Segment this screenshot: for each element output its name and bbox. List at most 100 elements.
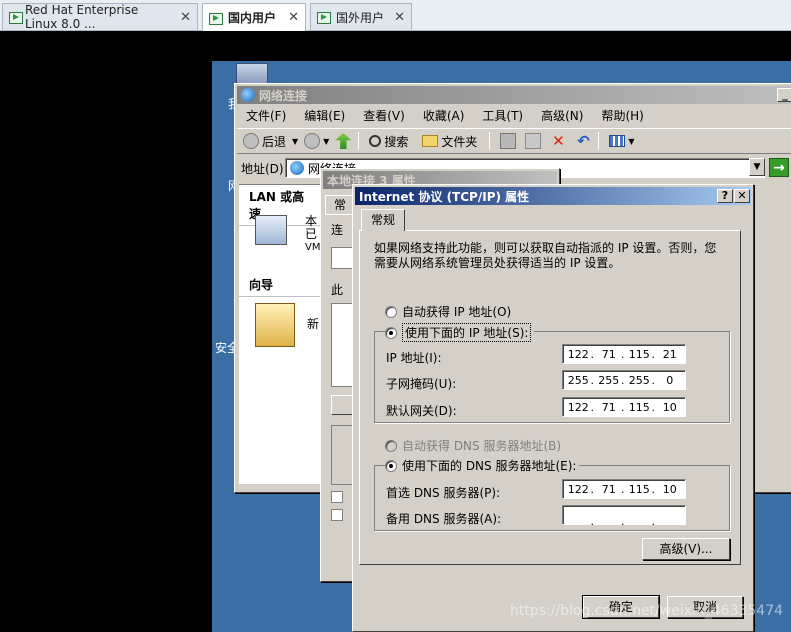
up-button[interactable] [335,133,354,149]
alternate-dns-field[interactable] [562,505,686,528]
subnet-mask-label: 子网掩码(U): [386,377,457,391]
tab-general[interactable]: 常规 [361,209,405,231]
advanced-button[interactable]: 高级(V)... [642,538,730,560]
network-icon [290,161,304,175]
address-label: 地址(D) [241,162,284,176]
screen: Red Hat Enterprise Linux 8.0 ... ✕ 国内用户 … [0,0,791,632]
notify-checkbox[interactable] [331,509,343,521]
delete-icon: ✕ [552,132,565,150]
host-tab-foreign[interactable]: 国外用户 ✕ [310,3,412,30]
dialog-title: Internet 协议 (TCP/IP) 属性 [359,189,530,204]
ip-octet[interactable]: 10 [652,401,686,414]
menu-help[interactable]: 帮助(H) [592,107,652,124]
ip-octet[interactable]: 10 [652,483,686,496]
back-label: 后退 [262,134,287,149]
folders-button[interactable]: 文件夹 [422,133,477,150]
components-label: 此 [331,283,344,297]
manual-ip-label: 使用下面的 IP 地址(S): [402,323,532,342]
manual-dns-radio[interactable]: 使用下面的 DNS 服务器地址(E): [385,457,580,474]
host-tab-label: 国内用户 [228,11,277,25]
chevron-down-icon[interactable]: ▼ [292,137,298,146]
ip-address-label: IP 地址(I): [386,351,442,365]
ip-octet[interactable]: 255 [621,374,655,387]
undo-icon: ↶ [577,132,590,150]
menu-advanced[interactable]: 高级(N) [532,107,592,124]
up-folder-icon [335,133,352,149]
minimize-button[interactable]: _ [777,88,791,102]
section-wizard: 向导 [239,273,323,297]
window-title: 网络连接 [259,88,308,103]
close-icon[interactable]: ✕ [386,10,405,25]
ip-octet[interactable]: 0 [652,374,686,387]
host-tab-label: 国外用户 [336,10,385,25]
close-button[interactable]: ✕ [734,189,750,203]
vm-icon [9,11,23,24]
menu-edit[interactable]: 编辑(E) [295,107,354,124]
ip-octet[interactable]: 71 [591,401,625,414]
tab-general[interactable]: 常 [325,195,355,215]
radio-circle [385,326,397,339]
toolbar-separator [489,132,491,150]
help-button[interactable]: ? [717,189,733,203]
new-connection-wizard-icon[interactable] [255,303,295,347]
ip-octet[interactable]: 71 [591,348,625,361]
back-arrow-icon [243,133,259,149]
search-button[interactable]: 搜索 [369,133,408,150]
ip-octet[interactable]: 122 [563,348,594,361]
toolbar-separator [358,132,360,150]
ip-octet[interactable]: 255 [591,374,625,387]
move-to-button[interactable] [500,133,519,149]
menu-favorites[interactable]: 收藏(A) [414,107,474,124]
close-icon[interactable]: ✕ [172,10,191,25]
forward-button[interactable]: ▼ [304,133,329,149]
ip-octet[interactable]: 115 [621,483,655,496]
watermark: https://blog.csdn.net/weixin_46335474 [510,603,784,619]
default-gateway-field[interactable]: 122 71 115 10 [562,397,686,417]
ip-octet[interactable]: 122 [563,401,594,414]
auto-dns-radio[interactable]: 自动获得 DNS 服务器地址(B) [385,437,565,454]
host-tab-rhel[interactable]: Red Hat Enterprise Linux 8.0 ... ✕ [2,3,198,31]
chevron-down-icon[interactable]: ▼ [323,137,329,146]
ip-octet[interactable]: 71 [591,483,625,496]
preferred-dns-label: 首选 DNS 服务器(P): [386,486,501,500]
connection-status-line: 已 [305,227,318,241]
preferred-dns-field[interactable]: 122 71 115 10 [562,479,686,499]
ip-address-field[interactable]: 122 71 115 21 [562,344,686,364]
ip-octet[interactable]: 115 [621,348,655,361]
views-button[interactable]: ▼ [609,135,635,147]
menu-file[interactable]: 文件(F) [237,107,295,124]
search-label: 搜索 [384,134,409,149]
manual-dns-label: 使用下面的 DNS 服务器地址(E): [402,459,577,473]
connect-using-label: 连 [331,223,344,237]
search-icon [369,135,382,147]
lan-connection-icon[interactable] [255,215,287,245]
menu-tools[interactable]: 工具(T) [473,107,532,124]
host-tab-domestic[interactable]: 国内用户 ✕ [202,3,306,31]
ip-octet[interactable]: 255 [563,374,594,387]
content-pane: LAN 或高速 本 已 VM 向导 新 [239,184,323,484]
ip-octet[interactable]: 21 [652,348,686,361]
auto-ip-radio[interactable]: 自动获得 IP 地址(O) [385,303,515,320]
subnet-mask-field[interactable]: 255 255 255 0 [562,370,686,390]
close-icon[interactable]: ✕ [280,10,299,25]
copy-to-button[interactable] [525,133,544,149]
ip-octet[interactable]: 115 [621,401,655,414]
show-icon-checkbox[interactable] [331,491,343,503]
address-dropdown-button[interactable]: ▼ [749,158,765,176]
chevron-down-icon[interactable]: ▼ [628,137,634,146]
back-button[interactable]: 后退 ▼ [243,133,298,150]
menu-bar: 文件(F) 编辑(E) 查看(V) 收藏(A) 工具(T) 高级(N) 帮助(H… [237,105,791,126]
general-tab-panel: 如果网络支持此功能，则可以获取自动指派的 IP 设置。否则，您需要从网络系统管理… [359,230,741,565]
undo-button[interactable]: ↶ [575,133,594,149]
ip-octet[interactable]: 122 [563,483,594,496]
auto-dns-label: 自动获得 DNS 服务器地址(B) [402,439,562,453]
manual-ip-radio[interactable]: 使用下面的 IP 地址(S): [385,323,535,342]
go-button[interactable]: → [769,158,789,177]
host-tab-bar: Red Hat Enterprise Linux 8.0 ... ✕ 国内用户 … [0,0,791,31]
folders-label: 文件夹 [441,134,478,149]
delete-button[interactable]: ✕ [550,133,569,149]
radio-circle [385,439,397,452]
menu-view[interactable]: 查看(V) [354,107,414,124]
auto-ip-label: 自动获得 IP 地址(O) [402,305,512,319]
tcpip-titlebar: Internet 协议 (TCP/IP) 属性 ? ✕ [355,187,751,205]
